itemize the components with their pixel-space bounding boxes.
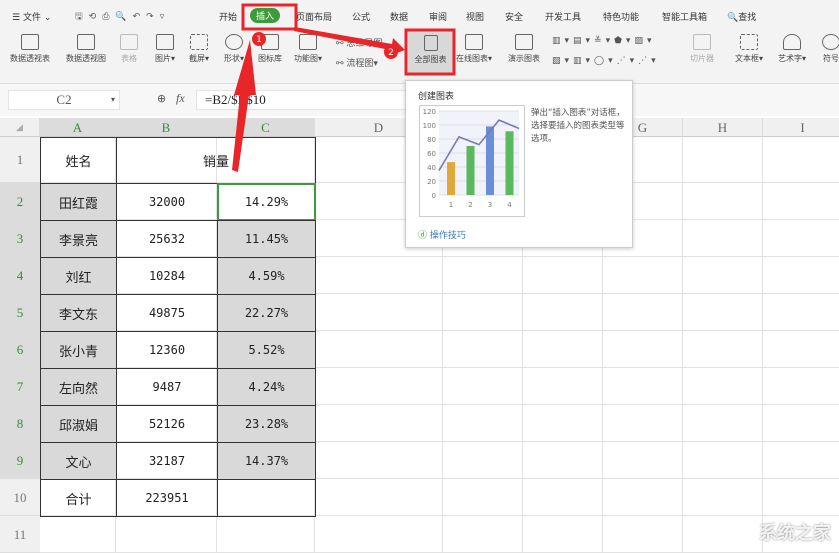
arrow-up — [232, 40, 256, 172]
highlight-all-charts — [404, 28, 456, 76]
highlight-insert-tab — [241, 3, 298, 31]
step-2-label: 2 — [388, 48, 394, 58]
annotation-layer: 1 2 — [232, 3, 456, 172]
step-1-label: 1 — [256, 35, 262, 45]
watermark-logo: 系统之家 — [759, 523, 831, 544]
